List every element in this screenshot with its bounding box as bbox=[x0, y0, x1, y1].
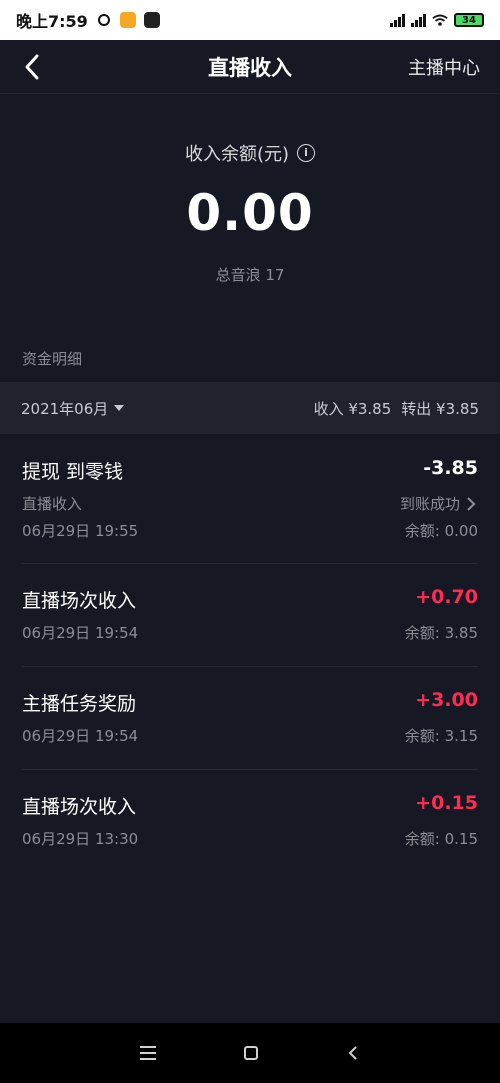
notification-app-icon bbox=[119, 12, 136, 28]
signal-icon-2 bbox=[411, 13, 426, 27]
battery-icon: 34 bbox=[454, 13, 484, 27]
transaction-time: 06月29日 19:54 bbox=[22, 624, 139, 642]
transaction-title: 直播场次收入 bbox=[22, 796, 137, 818]
divider bbox=[22, 769, 478, 770]
divider bbox=[22, 563, 478, 564]
month-filter-bar: 2021年06月 收入 ¥3.85 转出 ¥3.85 bbox=[0, 382, 500, 434]
transaction-status[interactable]: 到账成功 bbox=[400, 493, 478, 514]
balance-section: 收入余额(元) i 0.00 总音浪 17 bbox=[0, 94, 500, 334]
balance-value: 0.00 bbox=[186, 184, 314, 242]
transaction-amount: +0.15 bbox=[415, 792, 478, 814]
chevron-right-icon bbox=[467, 496, 476, 511]
nav-bar: 直播收入 主播中心 bbox=[0, 40, 500, 94]
transaction-balance: 余额: 0.00 bbox=[404, 522, 478, 540]
transaction-title: 提现 到零钱 bbox=[22, 461, 124, 483]
transaction-balance: 余额: 3.85 bbox=[404, 624, 478, 642]
transaction-item[interactable]: 主播任务奖励 +3.00 06月29日 19:54 余额: 3.15 bbox=[22, 689, 478, 749]
divider bbox=[22, 666, 478, 667]
balance-label-row: 收入余额(元) i bbox=[0, 140, 500, 166]
transaction-balance: 余额: 3.15 bbox=[404, 727, 478, 745]
outgo-total: 转出 ¥3.85 bbox=[401, 399, 479, 418]
month-totals: 收入 ¥3.85 转出 ¥3.85 bbox=[314, 398, 479, 419]
transaction-time: 06月29日 13:30 bbox=[22, 830, 139, 848]
total-sound-waves: 总音浪 17 bbox=[215, 266, 285, 284]
wifi-icon bbox=[432, 12, 448, 28]
transaction-time: 06月29日 19:55 bbox=[22, 522, 139, 540]
transaction-status-label: 到账成功 bbox=[399, 495, 460, 513]
transaction-amount: +0.70 bbox=[415, 586, 478, 608]
system-navigation-bar bbox=[0, 1023, 500, 1083]
transaction-title: 主播任务奖励 bbox=[22, 693, 137, 715]
notification-app-icon-2 bbox=[143, 12, 160, 28]
transaction-balance: 余额: 0.15 bbox=[404, 830, 478, 848]
month-select[interactable]: 2021年06月 bbox=[21, 398, 125, 419]
info-icon[interactable]: i bbox=[297, 144, 316, 162]
fund-details-title: 资金明细 bbox=[22, 350, 83, 368]
balance-label: 收入余额(元) bbox=[184, 144, 290, 165]
status-time: 晚上7:59 bbox=[16, 12, 88, 31]
home-icon[interactable] bbox=[244, 1046, 258, 1060]
status-bar: 晚上7:59 34 bbox=[0, 0, 500, 40]
transaction-amount: -3.85 bbox=[423, 457, 478, 479]
transaction-time: 06月29日 19:54 bbox=[22, 727, 139, 745]
signal-icon bbox=[390, 13, 405, 27]
transaction-item[interactable]: 直播场次收入 +0.15 06月29日 13:30 余额: 0.15 bbox=[22, 792, 478, 852]
streamer-center-link[interactable]: 主播中心 bbox=[408, 54, 480, 80]
menu-icon[interactable] bbox=[140, 1046, 156, 1060]
transaction-amount: +3.00 bbox=[415, 689, 478, 711]
transaction-item[interactable]: 直播场次收入 +0.70 06月29日 19:54 余额: 3.85 bbox=[22, 586, 478, 646]
transaction-item[interactable]: 提现 到零钱 -3.85 直播收入 到账成功 06月29日 19:55 余额: … bbox=[22, 457, 478, 547]
back-nav-icon[interactable] bbox=[346, 1045, 360, 1061]
transaction-source: 直播收入 bbox=[22, 495, 83, 513]
income-total: 收入 ¥3.85 bbox=[313, 399, 392, 418]
alarm-icon bbox=[96, 12, 112, 28]
transaction-title: 直播场次收入 bbox=[22, 590, 137, 612]
caret-down-icon bbox=[114, 405, 125, 411]
month-label: 2021年06月 bbox=[21, 399, 109, 418]
